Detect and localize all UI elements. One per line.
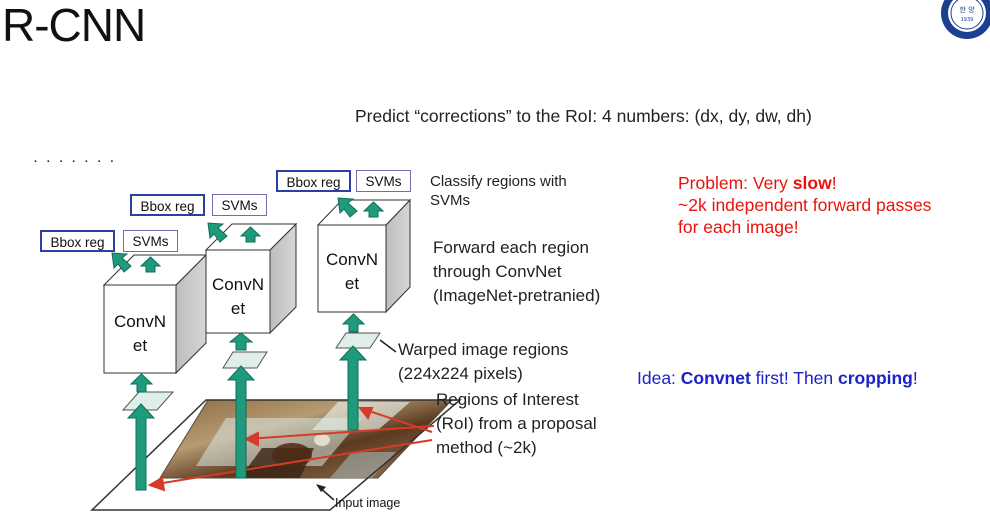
svms-box-1: SVMs	[123, 230, 178, 252]
convnet-label-1: ConvN et	[114, 312, 166, 355]
annotation-input-image: Input image	[335, 496, 401, 510]
annotation-forward: Forward each region through ConvNet (Ima…	[433, 238, 601, 305]
bbox-reg-box-3: Bbox reg	[276, 170, 351, 192]
svms-box-3: SVMs	[356, 170, 411, 192]
annotation-classify: Classify regions with SVMs	[430, 173, 567, 209]
bbox-reg-box-1: Bbox reg	[40, 230, 115, 252]
input-image	[159, 399, 454, 479]
idea-statement: Idea: Convnet first! Then cropping!	[637, 368, 918, 388]
input-image-pointer	[316, 484, 335, 501]
annotation-roi: Regions of Interest (RoI) from a proposa…	[436, 390, 597, 457]
convnet-label-2: ConvN et	[212, 275, 264, 318]
svms-box-2: SVMs	[212, 194, 267, 216]
bbox-reg-box-2: Bbox reg	[130, 194, 205, 216]
problem-statement: Problem: Very slow! ~2k independent forw…	[678, 173, 932, 237]
annotation-warped: Warped image regions (224x224 pixels)	[398, 340, 569, 383]
convnet-label-3: ConvN et	[326, 250, 378, 293]
